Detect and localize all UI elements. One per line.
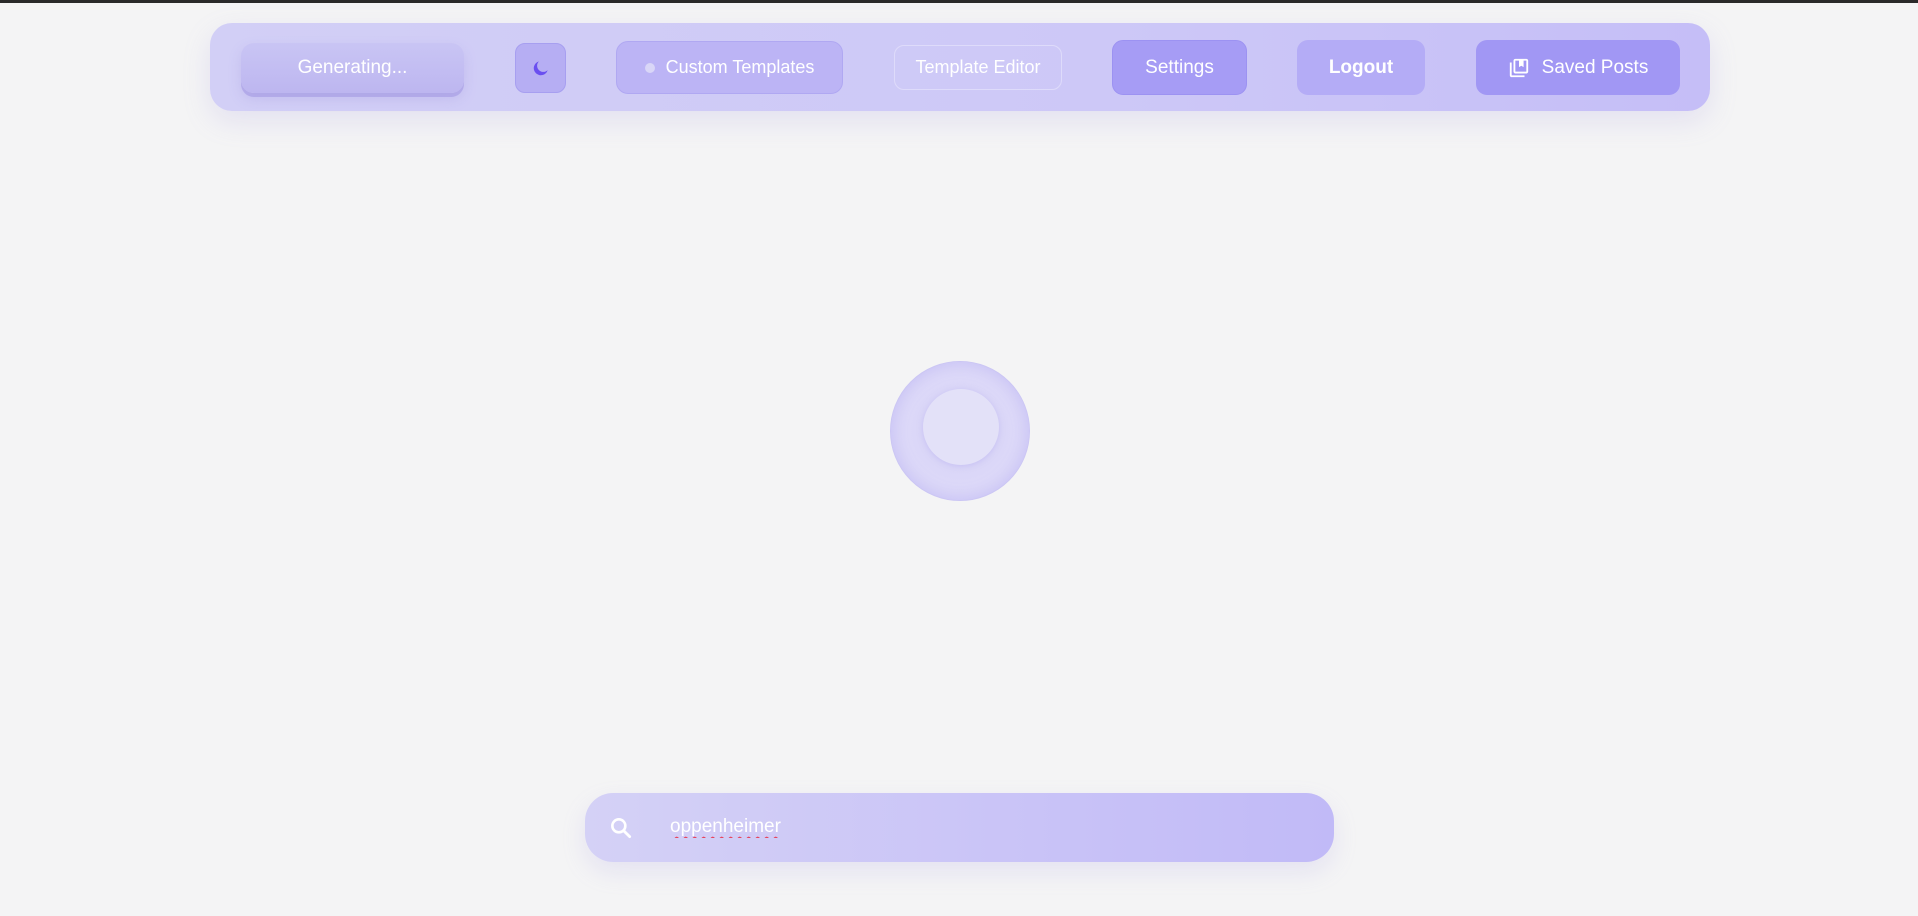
library-icon (1508, 57, 1530, 79)
template-editor-label: Template Editor (915, 57, 1041, 77)
template-editor-button[interactable]: Template Editor (894, 45, 1062, 90)
status-dot (644, 62, 655, 73)
settings-button[interactable]: Settings (1112, 40, 1247, 95)
generating-button-label: Generating... (297, 57, 408, 78)
custom-templates-button[interactable]: Custom Templates (616, 41, 843, 94)
logout-label: Logout (1328, 56, 1394, 78)
settings-label: Settings (1145, 56, 1214, 78)
loading-spinner (890, 361, 1030, 501)
moon-icon (531, 58, 551, 78)
search-icon (608, 815, 634, 841)
window-top-border (0, 0, 1918, 3)
generating-button[interactable]: Generating... (241, 43, 464, 93)
search-bar[interactable] (585, 793, 1334, 862)
search-input[interactable] (670, 807, 1290, 847)
custom-templates-label: Custom Templates (665, 57, 815, 77)
saved-posts-button[interactable]: Saved Posts (1476, 40, 1680, 95)
top-navbar: Generating... Custom Templates Template … (210, 23, 1710, 111)
theme-toggle-button[interactable] (515, 43, 566, 93)
saved-posts-label: Saved Posts (1541, 56, 1649, 78)
loading-spinner-core (923, 389, 999, 465)
logout-button[interactable]: Logout (1297, 40, 1425, 95)
